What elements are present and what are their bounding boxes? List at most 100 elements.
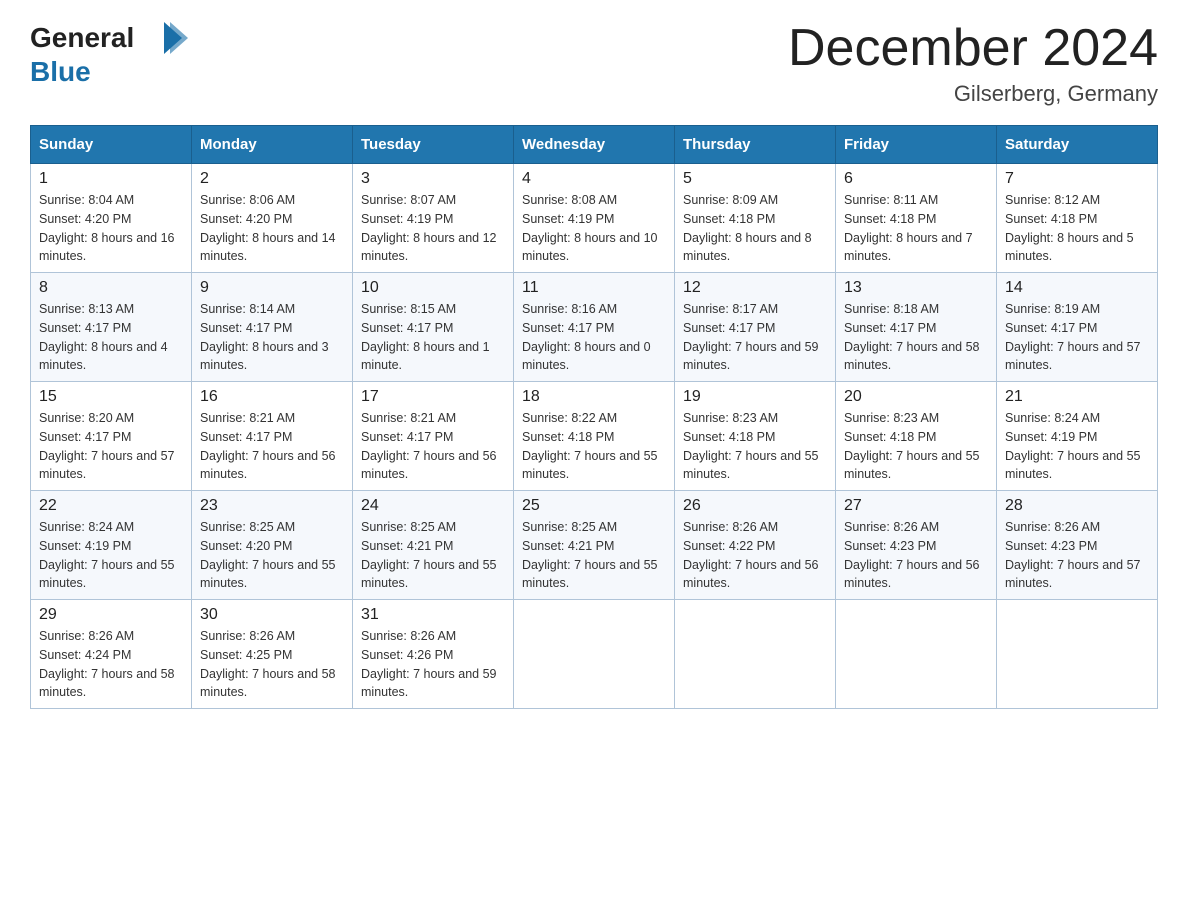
day-info: Sunrise: 8:25 AMSunset: 4:20 PMDaylight:…: [200, 520, 336, 590]
day-info: Sunrise: 8:25 AMSunset: 4:21 PMDaylight:…: [361, 520, 497, 590]
calendar-week-row: 8 Sunrise: 8:13 AMSunset: 4:17 PMDayligh…: [31, 273, 1158, 382]
day-number: 15: [39, 388, 183, 406]
day-number: 2: [200, 170, 344, 188]
day-number: 10: [361, 279, 505, 297]
calendar-header-row: Sunday Monday Tuesday Wednesday Thursday…: [31, 126, 1158, 164]
day-info: Sunrise: 8:23 AMSunset: 4:18 PMDaylight:…: [683, 411, 819, 481]
day-number: 7: [1005, 170, 1149, 188]
day-info: Sunrise: 8:26 AMSunset: 4:24 PMDaylight:…: [39, 629, 175, 699]
page-header: General Blue December 2024 Gilserberg, G…: [30, 20, 1158, 107]
table-row: 9 Sunrise: 8:14 AMSunset: 4:17 PMDayligh…: [192, 273, 353, 382]
day-number: 18: [522, 388, 666, 406]
col-tuesday: Tuesday: [353, 126, 514, 164]
day-info: Sunrise: 8:16 AMSunset: 4:17 PMDaylight:…: [522, 302, 651, 372]
day-number: 22: [39, 497, 183, 515]
table-row: 22 Sunrise: 8:24 AMSunset: 4:19 PMDaylig…: [31, 491, 192, 600]
table-row: 1 Sunrise: 8:04 AMSunset: 4:20 PMDayligh…: [31, 164, 192, 273]
calendar-week-row: 1 Sunrise: 8:04 AMSunset: 4:20 PMDayligh…: [31, 164, 1158, 273]
day-number: 4: [522, 170, 666, 188]
day-info: Sunrise: 8:04 AMSunset: 4:20 PMDaylight:…: [39, 193, 175, 263]
day-info: Sunrise: 8:15 AMSunset: 4:17 PMDaylight:…: [361, 302, 490, 372]
day-number: 16: [200, 388, 344, 406]
day-info: Sunrise: 8:11 AMSunset: 4:18 PMDaylight:…: [844, 193, 973, 263]
day-info: Sunrise: 8:17 AMSunset: 4:17 PMDaylight:…: [683, 302, 819, 372]
table-row: 20 Sunrise: 8:23 AMSunset: 4:18 PMDaylig…: [836, 382, 997, 491]
col-wednesday: Wednesday: [514, 126, 675, 164]
day-info: Sunrise: 8:26 AMSunset: 4:23 PMDaylight:…: [1005, 520, 1141, 590]
col-sunday: Sunday: [31, 126, 192, 164]
table-row: 17 Sunrise: 8:21 AMSunset: 4:17 PMDaylig…: [353, 382, 514, 491]
table-row: 29 Sunrise: 8:26 AMSunset: 4:24 PMDaylig…: [31, 600, 192, 709]
table-row: 23 Sunrise: 8:25 AMSunset: 4:20 PMDaylig…: [192, 491, 353, 600]
day-number: 26: [683, 497, 827, 515]
logo: General Blue: [30, 20, 188, 88]
calendar-table: Sunday Monday Tuesday Wednesday Thursday…: [30, 125, 1158, 709]
table-row: 24 Sunrise: 8:25 AMSunset: 4:21 PMDaylig…: [353, 491, 514, 600]
calendar-week-row: 15 Sunrise: 8:20 AMSunset: 4:17 PMDaylig…: [31, 382, 1158, 491]
table-row: 19 Sunrise: 8:23 AMSunset: 4:18 PMDaylig…: [675, 382, 836, 491]
table-row: 5 Sunrise: 8:09 AMSunset: 4:18 PMDayligh…: [675, 164, 836, 273]
table-row: 2 Sunrise: 8:06 AMSunset: 4:20 PMDayligh…: [192, 164, 353, 273]
day-number: 19: [683, 388, 827, 406]
day-number: 3: [361, 170, 505, 188]
table-row: 30 Sunrise: 8:26 AMSunset: 4:25 PMDaylig…: [192, 600, 353, 709]
day-number: 12: [683, 279, 827, 297]
day-info: Sunrise: 8:06 AMSunset: 4:20 PMDaylight:…: [200, 193, 336, 263]
table-row: 15 Sunrise: 8:20 AMSunset: 4:17 PMDaylig…: [31, 382, 192, 491]
day-number: 1: [39, 170, 183, 188]
table-row: 18 Sunrise: 8:22 AMSunset: 4:18 PMDaylig…: [514, 382, 675, 491]
col-thursday: Thursday: [675, 126, 836, 164]
day-info: Sunrise: 8:19 AMSunset: 4:17 PMDaylight:…: [1005, 302, 1141, 372]
day-number: 29: [39, 606, 183, 624]
day-number: 31: [361, 606, 505, 624]
logo-flag-icon: [134, 20, 188, 56]
table-row: 14 Sunrise: 8:19 AMSunset: 4:17 PMDaylig…: [997, 273, 1158, 382]
day-info: Sunrise: 8:21 AMSunset: 4:17 PMDaylight:…: [200, 411, 336, 481]
table-row: 26 Sunrise: 8:26 AMSunset: 4:22 PMDaylig…: [675, 491, 836, 600]
day-info: Sunrise: 8:26 AMSunset: 4:26 PMDaylight:…: [361, 629, 497, 699]
day-info: Sunrise: 8:26 AMSunset: 4:25 PMDaylight:…: [200, 629, 336, 699]
day-number: 14: [1005, 279, 1149, 297]
table-row: 25 Sunrise: 8:25 AMSunset: 4:21 PMDaylig…: [514, 491, 675, 600]
table-row: 8 Sunrise: 8:13 AMSunset: 4:17 PMDayligh…: [31, 273, 192, 382]
day-info: Sunrise: 8:09 AMSunset: 4:18 PMDaylight:…: [683, 193, 812, 263]
day-info: Sunrise: 8:25 AMSunset: 4:21 PMDaylight:…: [522, 520, 658, 590]
table-row: 13 Sunrise: 8:18 AMSunset: 4:17 PMDaylig…: [836, 273, 997, 382]
col-saturday: Saturday: [997, 126, 1158, 164]
day-number: 11: [522, 279, 666, 297]
day-info: Sunrise: 8:22 AMSunset: 4:18 PMDaylight:…: [522, 411, 658, 481]
day-number: 20: [844, 388, 988, 406]
day-number: 25: [522, 497, 666, 515]
day-number: 13: [844, 279, 988, 297]
day-number: 8: [39, 279, 183, 297]
table-row: 3 Sunrise: 8:07 AMSunset: 4:19 PMDayligh…: [353, 164, 514, 273]
day-number: 24: [361, 497, 505, 515]
logo-blue-text: Blue: [30, 56, 91, 88]
day-number: 27: [844, 497, 988, 515]
table-row: 28 Sunrise: 8:26 AMSunset: 4:23 PMDaylig…: [997, 491, 1158, 600]
day-number: 9: [200, 279, 344, 297]
day-info: Sunrise: 8:18 AMSunset: 4:17 PMDaylight:…: [844, 302, 980, 372]
day-info: Sunrise: 8:13 AMSunset: 4:17 PMDaylight:…: [39, 302, 168, 372]
col-friday: Friday: [836, 126, 997, 164]
day-info: Sunrise: 8:12 AMSunset: 4:18 PMDaylight:…: [1005, 193, 1134, 263]
day-info: Sunrise: 8:24 AMSunset: 4:19 PMDaylight:…: [1005, 411, 1141, 481]
day-number: 5: [683, 170, 827, 188]
day-info: Sunrise: 8:21 AMSunset: 4:17 PMDaylight:…: [361, 411, 497, 481]
day-number: 23: [200, 497, 344, 515]
table-row: [836, 600, 997, 709]
day-info: Sunrise: 8:26 AMSunset: 4:22 PMDaylight:…: [683, 520, 819, 590]
table-row: 7 Sunrise: 8:12 AMSunset: 4:18 PMDayligh…: [997, 164, 1158, 273]
page-title: December 2024: [788, 20, 1158, 77]
day-info: Sunrise: 8:20 AMSunset: 4:17 PMDaylight:…: [39, 411, 175, 481]
page-subtitle: Gilserberg, Germany: [788, 81, 1158, 107]
table-row: 10 Sunrise: 8:15 AMSunset: 4:17 PMDaylig…: [353, 273, 514, 382]
table-row: 12 Sunrise: 8:17 AMSunset: 4:17 PMDaylig…: [675, 273, 836, 382]
table-row: 16 Sunrise: 8:21 AMSunset: 4:17 PMDaylig…: [192, 382, 353, 491]
table-row: [514, 600, 675, 709]
logo-general-text: General: [30, 24, 134, 52]
table-row: 21 Sunrise: 8:24 AMSunset: 4:19 PMDaylig…: [997, 382, 1158, 491]
day-number: 6: [844, 170, 988, 188]
col-monday: Monday: [192, 126, 353, 164]
day-number: 17: [361, 388, 505, 406]
